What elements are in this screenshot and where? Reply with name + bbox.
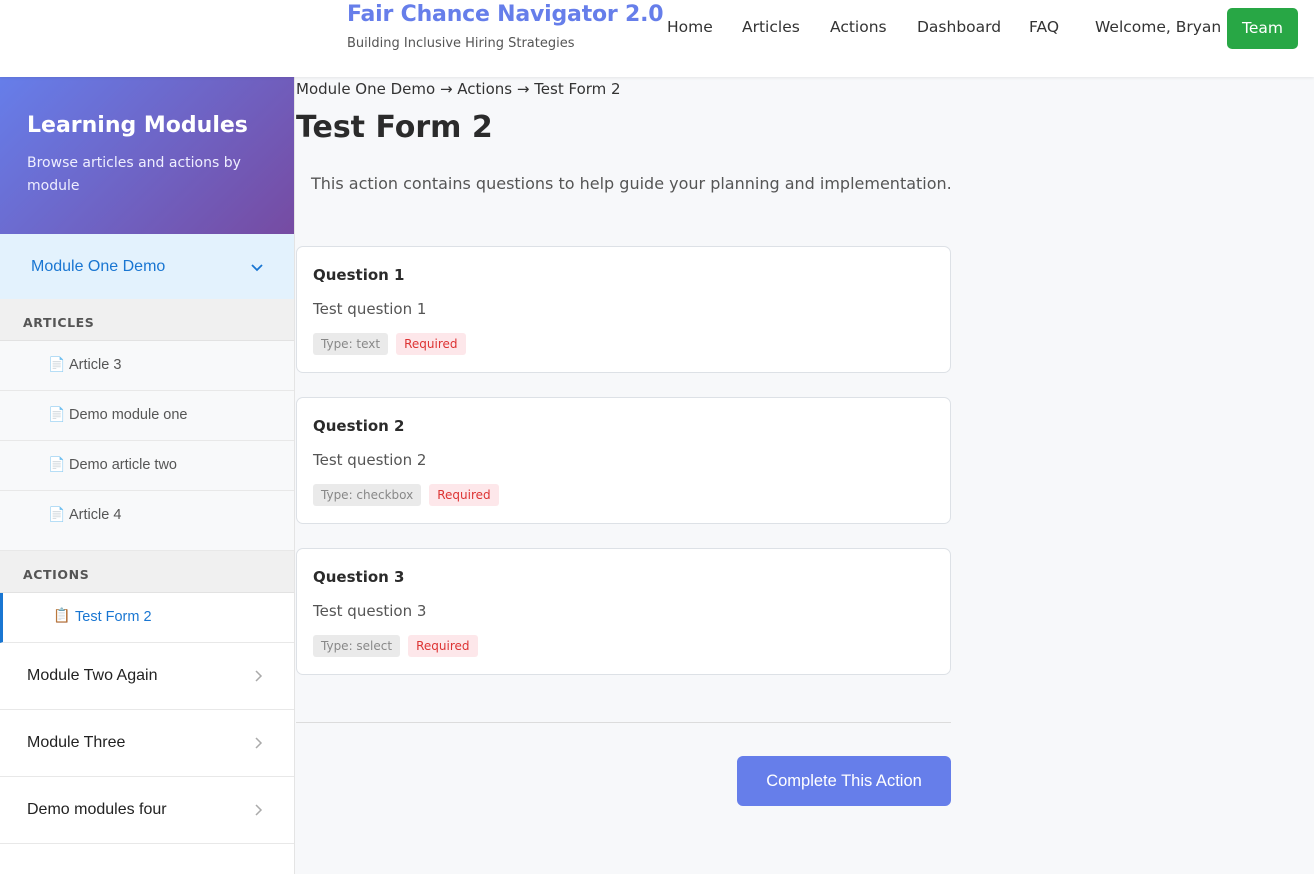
- articles-heading-label: ARTICLES: [23, 315, 95, 330]
- required-badge: Required: [429, 484, 499, 506]
- sidebar-title: Learning Modules: [27, 113, 248, 138]
- brand[interactable]: Fair Chance Navigator 2.0 Building Inclu…: [347, 2, 664, 51]
- question-title: Question 3: [313, 568, 405, 586]
- top-navbar: Fair Chance Navigator 2.0 Building Inclu…: [0, 0, 1314, 77]
- sidebar-article-label: Demo module one: [69, 407, 188, 423]
- module-item-module-one-demo[interactable]: Module One Demo: [0, 234, 294, 299]
- question-tags: Type: text Required: [313, 333, 466, 355]
- sidebar-header: Learning Modules Browse articles and act…: [0, 77, 294, 234]
- module-label: Demo modules four: [27, 801, 167, 818]
- sidebar-action-label: Test Form 2: [75, 609, 152, 625]
- module-label: Module One Demo: [31, 258, 166, 275]
- nav-dashboard[interactable]: Dashboard: [917, 18, 1001, 36]
- sidebar-article-item[interactable]: 📄 Demo article two: [0, 441, 294, 491]
- sidebar: Learning Modules Browse articles and act…: [0, 77, 295, 874]
- document-icon: 📄: [48, 357, 66, 373]
- type-badge: Type: text: [313, 333, 389, 355]
- question-title: Question 1: [313, 266, 405, 284]
- module-item[interactable]: Module Two Again: [0, 643, 294, 710]
- actions-heading: ACTIONS: [0, 551, 294, 593]
- nav-faq[interactable]: FAQ: [1029, 18, 1059, 36]
- articles-heading: ARTICLES: [0, 299, 294, 341]
- module-label: Module Three: [27, 734, 126, 751]
- document-icon: 📄: [48, 407, 66, 423]
- question-text: Test question 1: [313, 300, 427, 318]
- document-icon: 📄: [48, 507, 66, 523]
- chevron-right-icon: [255, 734, 263, 753]
- nav-articles[interactable]: Articles: [742, 18, 800, 36]
- module-label: Module Two Again: [27, 667, 158, 684]
- sidebar-article-item[interactable]: 📄 Demo module one: [0, 391, 294, 441]
- question-card: Question 1 Test question 1 Type: text Re…: [296, 246, 951, 373]
- nav-actions[interactable]: Actions: [830, 18, 887, 36]
- module-item[interactable]: Module Three: [0, 710, 294, 777]
- type-badge: Type: checkbox: [313, 484, 422, 506]
- question-tags: Type: checkbox Required: [313, 484, 499, 506]
- sidebar-article-label: Article 3: [69, 357, 122, 373]
- sidebar-article-item[interactable]: 📄 Article 4: [0, 491, 294, 551]
- sidebar-article-item[interactable]: 📄 Article 3: [0, 341, 294, 391]
- action-description: This action contains questions to help g…: [296, 155, 956, 231]
- module-item[interactable]: Demo modules four: [0, 777, 294, 844]
- question-text: Test question 3: [313, 602, 427, 620]
- action-description-text: This action contains questions to help g…: [311, 174, 952, 193]
- question-tags: Type: select Required: [313, 635, 478, 657]
- sidebar-article-label: Article 4: [69, 507, 122, 523]
- required-badge: Required: [396, 333, 466, 355]
- required-badge: Required: [408, 635, 478, 657]
- sidebar-description: Browse articles and actions by module: [27, 155, 241, 194]
- question-text: Test question 2: [313, 451, 427, 469]
- sidebar-action-item-active[interactable]: 📋 Test Form 2: [0, 593, 294, 643]
- divider: [296, 722, 951, 723]
- brand-subtitle: Building Inclusive Hiring Strategies: [347, 36, 575, 51]
- question-card: Question 3 Test question 3 Type: select …: [296, 548, 951, 675]
- chevron-right-icon: [255, 667, 263, 686]
- welcome-text: Welcome, Bryan: [1095, 18, 1222, 36]
- actions-heading-label: ACTIONS: [23, 567, 90, 582]
- chevron-down-icon: [251, 260, 263, 276]
- question-card: Question 2 Test question 2 Type: checkbo…: [296, 397, 951, 524]
- sidebar-article-label: Demo article two: [69, 457, 177, 473]
- page-title: Test Form 2: [296, 110, 493, 145]
- breadcrumb[interactable]: Module One Demo → Actions → Test Form 2: [296, 80, 621, 98]
- clipboard-icon: 📋: [53, 608, 71, 624]
- team-button[interactable]: Team: [1227, 8, 1298, 49]
- chevron-right-icon: [255, 801, 263, 820]
- type-badge: Type: select: [313, 635, 401, 657]
- complete-action-button[interactable]: Complete This Action: [737, 756, 951, 806]
- document-icon: 📄: [48, 457, 66, 473]
- question-title: Question 2: [313, 417, 405, 435]
- nav-home[interactable]: Home: [667, 18, 713, 36]
- brand-title[interactable]: Fair Chance Navigator 2.0: [347, 2, 664, 27]
